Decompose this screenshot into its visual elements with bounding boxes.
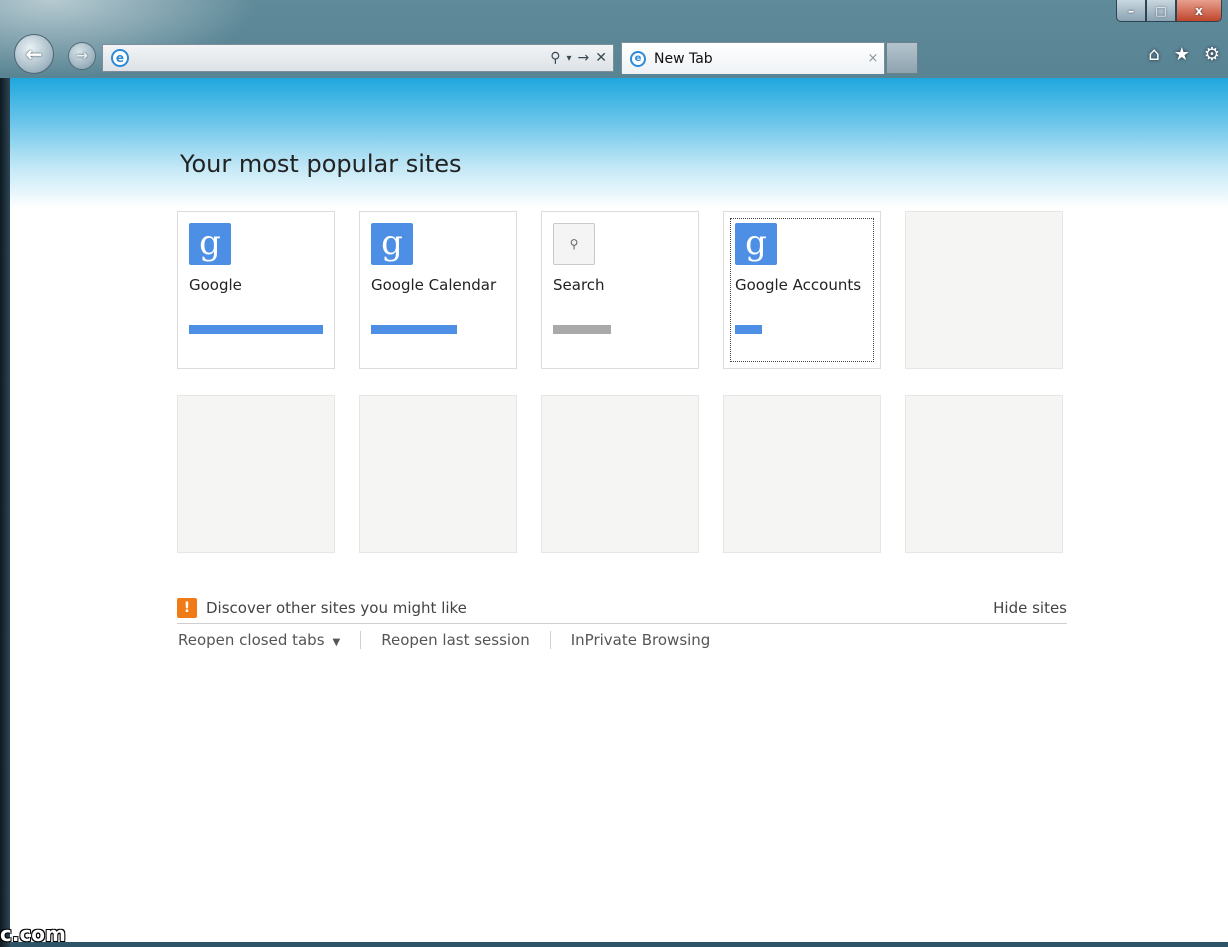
usage-bar (371, 325, 457, 334)
reopen-closed-tabs-label: Reopen closed tabs (178, 631, 325, 649)
empty-tile (905, 211, 1063, 369)
discover-sites-link[interactable]: Discover other sites you might like (206, 599, 993, 617)
usage-bar (553, 325, 611, 334)
suggested-sites-icon: ! (177, 597, 197, 618)
back-button[interactable]: ← (14, 34, 54, 74)
tile-row-1: g Google g Google Calendar ⚲ Search g Go… (177, 211, 1069, 369)
google-g-icon: g (371, 223, 413, 265)
usage-bar-track (371, 325, 505, 334)
forward-arrow-icon: → (76, 48, 88, 64)
caption-buttons: – □ x (1116, 0, 1222, 22)
tile-row-2 (177, 395, 1069, 553)
empty-tile (177, 395, 335, 553)
stop-icon[interactable]: ✕ (595, 50, 607, 66)
search-icon[interactable]: ⚲ (550, 50, 560, 66)
address-tools: ⚲ ▾ → ✕ (550, 50, 613, 66)
tile-label: Google (189, 276, 242, 294)
tab-new-tab[interactable]: e New Tab × (621, 42, 885, 74)
command-icons: ⌂ ★ ⚙ (1148, 44, 1220, 65)
chevron-down-icon: ▼ (332, 637, 341, 648)
tile-label: Search (553, 276, 605, 294)
magnifier-icon: ⚲ (553, 223, 595, 265)
browser-window: – □ x ← → e ⚲ ▾ → ✕ e New Tab × ⌂ ★ ⚙ Yo… (0, 0, 1228, 947)
popular-sites-grid: g Google g Google Calendar ⚲ Search g Go… (177, 211, 1069, 579)
back-arrow-icon: ← (25, 42, 43, 66)
site-tile-google[interactable]: g Google (177, 211, 335, 369)
google-g-icon: g (189, 223, 231, 265)
forward-button[interactable]: → (68, 42, 96, 70)
tab-ie-icon: e (630, 50, 646, 67)
favorites-star-icon[interactable]: ★ (1174, 44, 1190, 65)
maximize-button[interactable]: □ (1146, 0, 1176, 22)
address-bar: e ⚲ ▾ → ✕ (102, 44, 614, 72)
empty-tile (541, 395, 699, 553)
watermark-text: c.com (0, 922, 66, 946)
go-icon[interactable]: → (578, 50, 590, 66)
usage-bar-track (553, 325, 687, 334)
google-g-icon: g (735, 223, 777, 265)
hide-sites-link[interactable]: Hide sites (993, 599, 1067, 617)
site-tile-google-accounts[interactable]: g Google Accounts (723, 211, 881, 369)
session-links: Reopen closed tabs ▼ Reopen last session … (178, 631, 710, 649)
reopen-closed-tabs-link[interactable]: Reopen closed tabs ▼ (178, 631, 340, 649)
close-button[interactable]: x (1176, 0, 1222, 22)
tile-label: Google Calendar (371, 276, 497, 294)
ie-page-icon: e (111, 49, 129, 67)
usage-bar (189, 325, 323, 334)
usage-bar-track (189, 325, 323, 334)
address-input[interactable] (135, 48, 551, 68)
window-left-edge (0, 78, 10, 947)
tab-title: New Tab (654, 50, 713, 67)
inprivate-browsing-link[interactable]: InPrivate Browsing (571, 631, 711, 649)
tools-gear-icon[interactable]: ⚙ (1204, 44, 1220, 65)
tab-close-icon[interactable]: × (862, 51, 884, 66)
tile-label: Google Accounts (735, 276, 862, 294)
empty-tile (723, 395, 881, 553)
page-title: Your most popular sites (180, 150, 462, 178)
usage-bar-track (735, 325, 869, 334)
new-tab-page: Your most popular sites g Google g Googl… (10, 78, 1228, 942)
minimize-button[interactable]: – (1116, 0, 1146, 22)
divider (360, 631, 362, 649)
reopen-last-session-link[interactable]: Reopen last session (381, 631, 530, 649)
site-tile-google-calendar[interactable]: g Google Calendar (359, 211, 517, 369)
empty-tile (359, 395, 517, 553)
search-dropdown-icon[interactable]: ▾ (567, 53, 572, 64)
home-icon[interactable]: ⌂ (1148, 44, 1159, 65)
new-tab-button[interactable] (886, 42, 918, 74)
usage-bar (735, 325, 762, 334)
divider (549, 631, 551, 649)
site-tile-search[interactable]: ⚲ Search (541, 211, 699, 369)
discover-bar: ! Discover other sites you might like Hi… (177, 592, 1067, 624)
empty-tile (905, 395, 1063, 553)
